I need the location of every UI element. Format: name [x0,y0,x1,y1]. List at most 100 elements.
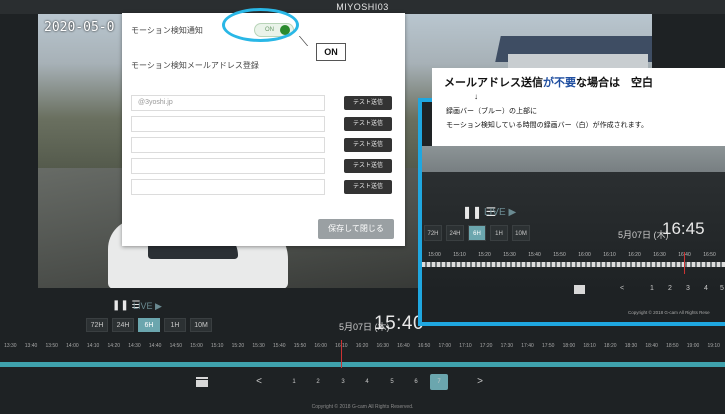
test-send-button-2[interactable]: テスト送信 [344,117,392,131]
test-send-button-1[interactable]: テスト送信 [344,96,392,110]
timeline-tick: 17:10 [459,343,472,349]
zoom-timeline-tick: 15:10 [453,252,466,258]
prev-page-button[interactable]: < [250,374,268,390]
zoom-timeline-tick: 15:50 [553,252,566,258]
annotation-box: メールアドレス送信が不要な場合は 空白 ↓ 録画バー（ブルー）の上部に モーショ… [432,68,725,146]
timeline-tick: 19:10 [707,343,720,349]
timeline-tick: 18:40 [645,343,658,349]
page-4[interactable]: 4 [358,374,376,390]
zoom-calendar-icon [574,285,585,294]
page-7[interactable]: 7 [430,374,448,390]
page-2[interactable]: 2 [309,374,327,390]
timeline-tick: 18:10 [583,343,596,349]
annotation-arrow: ↓ [474,92,478,101]
zoom-timeline-tick: 16:30 [653,252,666,258]
page-5[interactable]: 5 [383,374,401,390]
timeline-tick: 16:40 [397,343,410,349]
next-page-button[interactable]: > [471,374,489,390]
zoom-timeline-tick: 15:00 [428,252,441,258]
annotation-line3: モーション検知している時間の録画バー（白）が作成されます。 [446,122,648,129]
range-6h-button[interactable]: 6H [138,318,160,332]
annotation-line2: 録画バー（ブルー）の上部に [446,108,537,115]
recording-bar[interactable] [0,362,725,367]
timeline-tick: 18:50 [666,343,679,349]
current-time: 15:40 [374,313,425,334]
zoom-date: 5月07日 (木) [618,230,669,240]
zoom-range-24h: 24H [446,225,464,241]
test-send-button-4[interactable]: テスト送信 [344,159,392,173]
annotation-line1: メールアドレス送信が不要な場合は 空白 [444,74,653,90]
page-6[interactable]: 6 [407,374,425,390]
zoom-page-2: 2 [668,285,672,292]
zoom-range-10m: 10M [512,225,530,241]
timeline-tick: 18:20 [604,343,617,349]
email-field-1[interactable]: @3yoshi.jp [131,95,325,111]
timeline-tick: 16:30 [376,343,389,349]
zoom-timeline-tick: 16:50 [703,252,716,258]
range-10m-button[interactable]: 10M [190,318,212,332]
timeline-tick: 18:00 [562,343,576,349]
zoom-page-1: 1 [650,285,654,292]
live-button[interactable]: LIVE ▶ [133,301,162,312]
timeline-tick: 17:50 [541,343,555,349]
zoom-playhead [684,252,685,274]
timeline-tick: 16:20 [355,343,369,349]
zoom-timeline-tick: 15:20 [478,252,491,258]
timeline-tick: 13:30 [4,343,17,349]
timeline-tick: 16:00 [314,343,327,349]
zoom-page-4: 4 [704,285,708,292]
zoom-page-3: 3 [686,285,690,292]
test-send-button-3[interactable]: テスト送信 [344,138,392,152]
timeline-tick: 17:30 [500,343,514,349]
zoom-timeline-tick: 16:10 [603,252,616,258]
zoom-range-72h: 72H [424,225,442,241]
email-field-5[interactable] [131,179,325,195]
page-3[interactable]: 3 [334,374,352,390]
zoom-timeline-tick: 15:40 [528,252,541,258]
timeline-tick: 16:50 [417,343,431,349]
save-close-button[interactable]: 保存して閉じる [318,219,394,239]
timeline-tick: 15:10 [210,343,224,349]
page-1[interactable]: 1 [285,374,303,390]
timeline-tick: 19:00 [686,343,700,349]
zoom-prev: < [620,285,625,292]
email-field-4[interactable] [131,158,325,174]
range-72h-button[interactable]: 72H [86,318,108,332]
timeline-tick: 17:00 [438,343,452,349]
zoom-live-label: LIVE ▶ [484,207,517,218]
window-title: MIYOSHI03 [0,0,725,14]
range-24h-button[interactable]: 24H [112,318,134,332]
playhead[interactable] [341,340,342,368]
zoom-copyright: Copyright © 2018 G-cam All Rights Rese [628,310,710,315]
zoom-range-6h: 6H [468,225,486,241]
zoom-timeline-ticks: 15:00 15:10 15:20 15:30 15:40 15:50 16:00 16:10… [422,252,722,258]
timeline-tick: 13:40 [24,343,38,349]
timeline-tick: 15:00 [190,343,203,349]
toggle-highlight-ellipse [222,8,299,42]
video-timestamp: 2020-05-0 [44,20,115,35]
annotation-line1-b: が不要 [543,77,576,89]
timeline-tick: 13:50 [45,343,58,349]
on-callout: ON [316,43,346,61]
email-section-label: モーション検知メールアドレス登録 [131,61,259,70]
email-field-2[interactable] [131,116,325,132]
test-send-button-5[interactable]: テスト送信 [344,180,392,194]
timeline-tick: 15:30 [252,343,265,349]
zoom-timeline-tick: 15:30 [503,252,516,258]
timeline-ticks: 13:30 13:40 13:50 14:00 14:10 14:20 14:30 14:40… [0,343,725,353]
zoom-page-5: 5 [720,285,724,292]
annotation-line1-a: メールアドレス送信 [444,77,543,89]
timeline-tick: 14:10 [86,343,100,349]
zoom-timeline-tick: 16:00 [578,252,591,258]
motion-notify-label: モーション検知通知 [131,26,203,35]
timeline-tick: 17:20 [479,343,493,349]
zoom-time: 16:45 [662,219,705,238]
calendar-icon[interactable] [196,377,208,387]
motion-notify-dialog: モーション検知通知 ON モーション検知メールアドレス登録 @3yoshi.jp… [122,13,405,246]
timeline-tick: 15:50 [293,343,307,349]
timeline-tick: 15:20 [231,343,245,349]
range-1h-button[interactable]: 1H [164,318,186,332]
timeline-tick: 14:40 [148,343,162,349]
zoom-motion-bar [422,262,725,267]
email-field-3[interactable] [131,137,325,153]
